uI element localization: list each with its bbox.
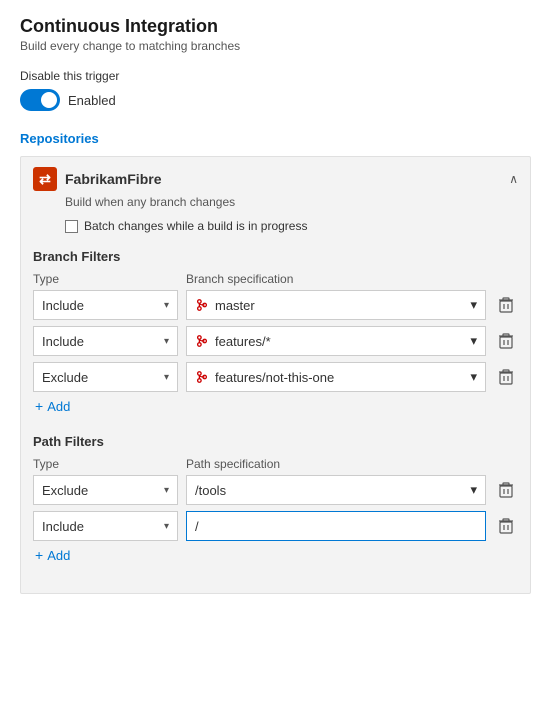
path-type-select-2[interactable]: Include ▾ xyxy=(33,511,178,541)
repo-name: FabrikamFibre xyxy=(65,171,501,187)
path-filter-row: Include ▾ xyxy=(33,511,518,541)
repo-icon: ⇄ xyxy=(33,167,57,191)
batch-changes-label: Batch changes while a build is in progre… xyxy=(84,219,307,233)
branch-icon-1 xyxy=(195,298,209,312)
path-spec-dropdown-1[interactable]: /tools ▾ xyxy=(186,475,486,505)
branch-add-button[interactable]: + Add xyxy=(35,398,518,414)
branch-spec-col-header: Branch specification xyxy=(186,272,518,286)
path-spec-input-2[interactable] xyxy=(186,511,486,541)
path-filters-title: Path Filters xyxy=(33,434,518,449)
path-add-plus-icon: + xyxy=(35,547,43,563)
branch-type-text-1: Include xyxy=(42,298,84,313)
repo-collapse-icon[interactable]: ∧ xyxy=(509,172,518,186)
branch-spec-text-3: features/not-this-one xyxy=(215,370,334,385)
branch-type-chevron-1: ▾ xyxy=(164,300,169,311)
branch-spec-text-1: master xyxy=(215,298,255,313)
repositories-section-header: Repositories xyxy=(20,131,531,146)
branch-spec-dropdown-2[interactable]: features/* ▾ xyxy=(186,326,486,356)
page-subtitle: Build every change to matching branches xyxy=(20,39,531,53)
repo-card: ⇄ FabrikamFibre ∧ Build when any branch … xyxy=(20,156,531,594)
page-title: Continuous Integration xyxy=(20,16,531,37)
path-type-chevron-2: ▾ xyxy=(164,521,169,532)
path-add-button[interactable]: + Add xyxy=(35,547,518,563)
svg-text:⇄: ⇄ xyxy=(39,171,51,187)
branch-type-text-3: Exclude xyxy=(42,370,88,385)
branch-icon-3 xyxy=(195,370,209,384)
branch-type-select-2[interactable]: Include ▾ xyxy=(33,326,178,356)
branch-delete-btn-3[interactable] xyxy=(494,365,518,389)
branch-filter-row: Include ▾ master ▾ xyxy=(33,290,518,320)
branch-spec-text-2: features/* xyxy=(215,334,271,349)
branch-type-select-3[interactable]: Exclude ▾ xyxy=(33,362,178,392)
toggle-label: Enabled xyxy=(68,93,116,108)
path-spec-chevron-1: ▾ xyxy=(470,482,477,498)
branch-type-chevron-3: ▾ xyxy=(164,372,169,383)
branch-icon-2 xyxy=(195,334,209,348)
branch-filter-row: Include ▾ features/* ▾ xyxy=(33,326,518,356)
path-spec-col-header: Path specification xyxy=(186,457,518,471)
branch-delete-btn-2[interactable] xyxy=(494,329,518,353)
branch-spec-dropdown-1[interactable]: master ▾ xyxy=(186,290,486,320)
branch-type-col-header: Type xyxy=(33,272,178,286)
branch-spec-chevron-3: ▾ xyxy=(470,369,477,385)
path-filter-row: Exclude ▾ /tools ▾ xyxy=(33,475,518,505)
path-type-text-1: Exclude xyxy=(42,483,88,498)
repo-subtitle: Build when any branch changes xyxy=(65,195,518,209)
path-type-col-header: Type xyxy=(33,457,178,471)
disable-trigger-label: Disable this trigger xyxy=(20,69,531,83)
batch-changes-checkbox[interactable] xyxy=(65,220,78,233)
branch-delete-btn-1[interactable] xyxy=(494,293,518,317)
branch-spec-dropdown-3[interactable]: features/not-this-one ▾ xyxy=(186,362,486,392)
path-type-select-1[interactable]: Exclude ▾ xyxy=(33,475,178,505)
path-type-chevron-1: ▾ xyxy=(164,485,169,496)
branch-filter-row: Exclude ▾ features/not-this-one ▾ xyxy=(33,362,518,392)
branch-add-label: Add xyxy=(47,399,70,414)
path-delete-btn-2[interactable] xyxy=(494,514,518,538)
branch-spec-chevron-1: ▾ xyxy=(470,297,477,313)
path-spec-text-1: /tools xyxy=(195,483,226,498)
path-delete-btn-1[interactable] xyxy=(494,478,518,502)
branch-add-plus-icon: + xyxy=(35,398,43,414)
path-type-text-2: Include xyxy=(42,519,84,534)
branch-type-text-2: Include xyxy=(42,334,84,349)
branch-type-chevron-2: ▾ xyxy=(164,336,169,347)
branch-filters-title: Branch Filters xyxy=(33,249,518,264)
branch-spec-chevron-2: ▾ xyxy=(470,333,477,349)
enabled-toggle[interactable] xyxy=(20,89,60,111)
path-add-label: Add xyxy=(47,548,70,563)
branch-type-select-1[interactable]: Include ▾ xyxy=(33,290,178,320)
